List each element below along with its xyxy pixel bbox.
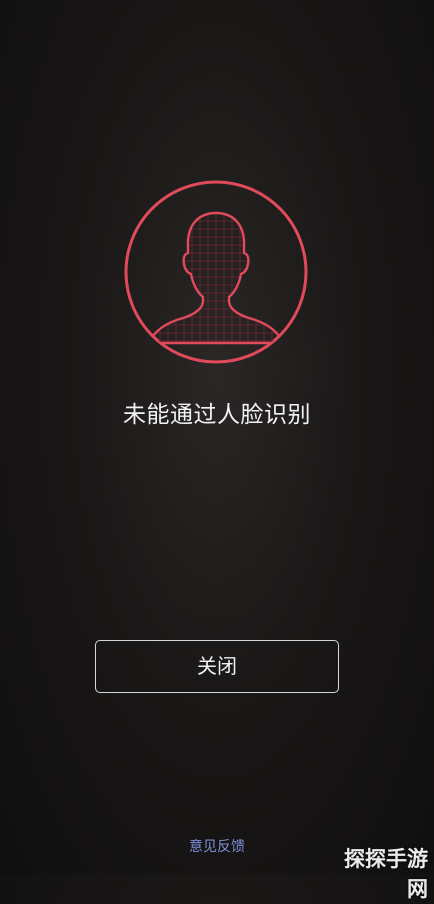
close-button[interactable]: 关闭 xyxy=(95,640,339,693)
face-recognition-failed-icon xyxy=(121,177,311,367)
failure-message: 未能通过人脸识别 xyxy=(123,402,311,428)
face-recognition-screen: 未能通过人脸识别 关闭 意见反馈 探探手游网 xyxy=(0,0,434,901)
site-watermark: 探探手游网 xyxy=(344,847,428,901)
